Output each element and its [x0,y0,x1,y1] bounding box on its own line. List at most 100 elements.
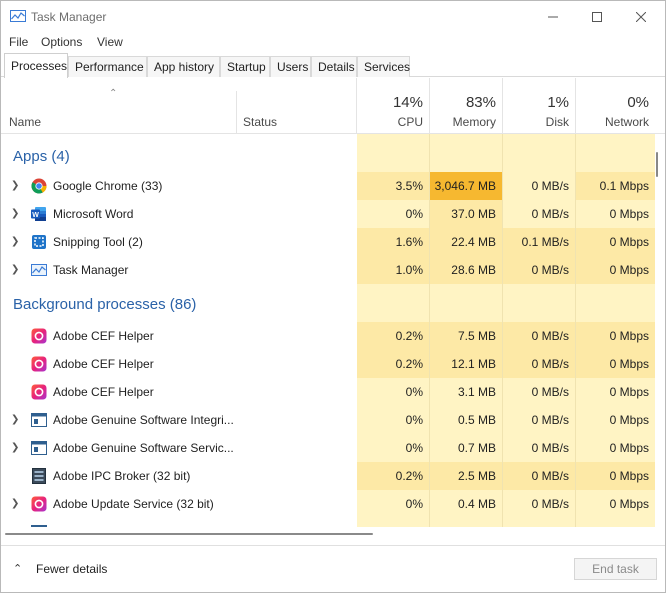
cpu-cell: 1.0% [357,256,429,284]
memory-cell: 28.6 MB [430,256,502,284]
process-name: Microsoft Word [53,207,134,221]
task-manager-app-icon [10,10,26,22]
column-network[interactable]: 0% Network [575,78,655,134]
memory-total: 83% [465,94,496,111]
vertical-scrollbar[interactable] [655,134,665,527]
cpu-label: CPU [397,115,423,129]
disk-cell: 0 MB/s [503,462,575,490]
cpu-cell: 0.2% [357,322,429,350]
svg-text:W: W [32,212,39,219]
process-name: Adobe CEF Helper [53,385,154,399]
expand-chevron-icon[interactable]: ❯ [11,442,19,453]
column-cpu[interactable]: 14% CPU [356,78,429,134]
end-task-button[interactable]: End task [574,558,657,580]
process-name: Adobe Update Service (32 bit) [53,497,214,511]
group-title-background: Background processes (86) [13,296,197,313]
network-cell: 0.1 Mbps [576,172,655,200]
table-row[interactable]: ❯ W Microsoft Word 0% 37.0 MB 0 MB/s 0 M… [1,200,655,228]
snipping-tool-icon [32,235,46,249]
memory-cell: 0.5 MB [457,413,496,427]
menu-view[interactable]: View [97,35,123,49]
expand-chevron-icon[interactable]: ❯ [11,498,19,509]
minimize-button[interactable] [531,1,575,32]
expand-chevron-icon[interactable]: ❯ [11,236,19,247]
table-row[interactable]: ❯ Adobe Update Service (32 bit) 0% 0.4 M… [1,490,655,518]
cpu-total: 14% [392,94,423,111]
cpu-cell: 0% [405,207,423,221]
vertical-scroll-thumb[interactable] [656,152,658,177]
service-window-icon [31,441,47,455]
network-label: Network [604,115,649,129]
tab-app-history[interactable]: App history [147,56,220,77]
horizontal-scroll-thumb[interactable] [5,533,373,535]
network-cell: 0 Mbps [609,441,649,455]
disk-cell: 0 MB/s [503,256,575,284]
table-row[interactable]: Adobe IPC Broker (32 bit) 0.2% 2.5 MB 0 … [1,462,655,490]
disk-cell: 0 MB/s [531,207,569,221]
minimize-icon [548,16,558,17]
table-row[interactable]: ❯ Snipping Tool (2) 1.6% 22.4 MB 0.1 MB/… [1,228,655,256]
tab-startup[interactable]: Startup [220,56,270,77]
memory-cell: 2.5 MB [430,462,502,490]
column-name[interactable]: Name [9,115,41,129]
process-list[interactable]: Apps (4) ❯ Google Chrome (33) 3.5% 3,046… [1,134,655,527]
table-row[interactable]: ❯ Adobe Genuine Software Integri... 0% 0… [1,406,655,434]
adobe-cc-icon [31,356,47,372]
disk-cell: 0 MB/s [531,385,569,399]
group-header-apps[interactable]: Apps (4) [1,142,655,172]
disk-cell: 0.1 MB/s [503,228,575,256]
network-cell: 0 Mbps [609,413,649,427]
memory-cell: 3,046.7 MB [430,172,502,200]
cpu-cell: 0% [405,385,423,399]
column-disk[interactable]: 1% Disk [502,78,575,134]
table-row[interactable]: ❯ Adobe Genuine Software Servic... 0% 0.… [1,434,655,462]
memory-cell: 3.1 MB [457,385,496,399]
cpu-cell: 0% [405,413,423,427]
memory-cell: 12.1 MB [430,350,502,378]
column-divider [236,91,237,134]
fewer-details-link[interactable]: Fewer details [36,562,107,576]
table-row[interactable] [1,518,655,527]
broker-icon [32,468,46,484]
table-row[interactable]: Adobe CEF Helper 0.2% 12.1 MB 0 MB/s 0 M… [1,350,655,378]
menu-options[interactable]: Options [41,35,82,49]
table-row[interactable]: ❯ Google Chrome (33) 3.5% 3,046.7 MB 0 M… [1,172,655,200]
table-row[interactable]: Adobe CEF Helper 0.2% 7.5 MB 0 MB/s 0 Mb… [1,322,655,350]
network-cell: 0 Mbps [576,350,655,378]
network-cell: 0 Mbps [609,385,649,399]
table-row[interactable]: Adobe CEF Helper 0% 3.1 MB 0 MB/s 0 Mbps [1,378,655,406]
close-icon [636,11,646,22]
expand-chevron-icon[interactable]: ❯ [11,208,19,219]
expand-chevron-icon[interactable]: ❯ [11,180,19,191]
tab-services[interactable]: Services [357,56,410,77]
title-bar: Task Manager [1,1,665,32]
menu-file[interactable]: File [9,35,28,49]
cpu-cell: 0% [405,497,423,511]
process-name: Adobe CEF Helper [53,329,154,343]
column-memory[interactable]: 83% Memory [429,78,502,134]
expand-chevron-icon[interactable]: ❯ [11,414,19,425]
disk-cell: 0 MB/s [531,179,569,193]
task-manager-icon [31,264,47,276]
chrome-icon [31,178,47,194]
cpu-cell: 0.2% [357,462,429,490]
maximize-button[interactable] [575,1,619,32]
tab-users[interactable]: Users [270,56,311,77]
window-title: Task Manager [31,10,107,24]
network-cell: 0 Mbps [609,207,649,221]
table-row[interactable]: ❯ Task Manager 1.0% 28.6 MB 0 MB/s 0 Mbp… [1,256,655,284]
column-status[interactable]: Status [243,115,277,129]
close-button[interactable] [619,1,663,32]
tab-bar: Processes Performance App history Startu… [1,53,665,78]
chevron-up-icon[interactable]: ⌃ [13,562,22,575]
service-window-icon [31,413,47,427]
memory-cell: 0.7 MB [457,441,496,455]
process-name: Adobe Genuine Software Integri... [53,413,234,427]
tab-performance[interactable]: Performance [68,56,147,77]
column-header: ⌃ Name Status 14% CPU 83% Memory 1% Disk… [1,78,665,134]
group-header-background[interactable]: Background processes (86) [1,290,655,322]
tab-details[interactable]: Details [311,56,357,77]
tab-processes[interactable]: Processes [4,53,68,78]
expand-chevron-icon[interactable]: ❯ [11,264,19,275]
memory-cell: 22.4 MB [430,228,502,256]
